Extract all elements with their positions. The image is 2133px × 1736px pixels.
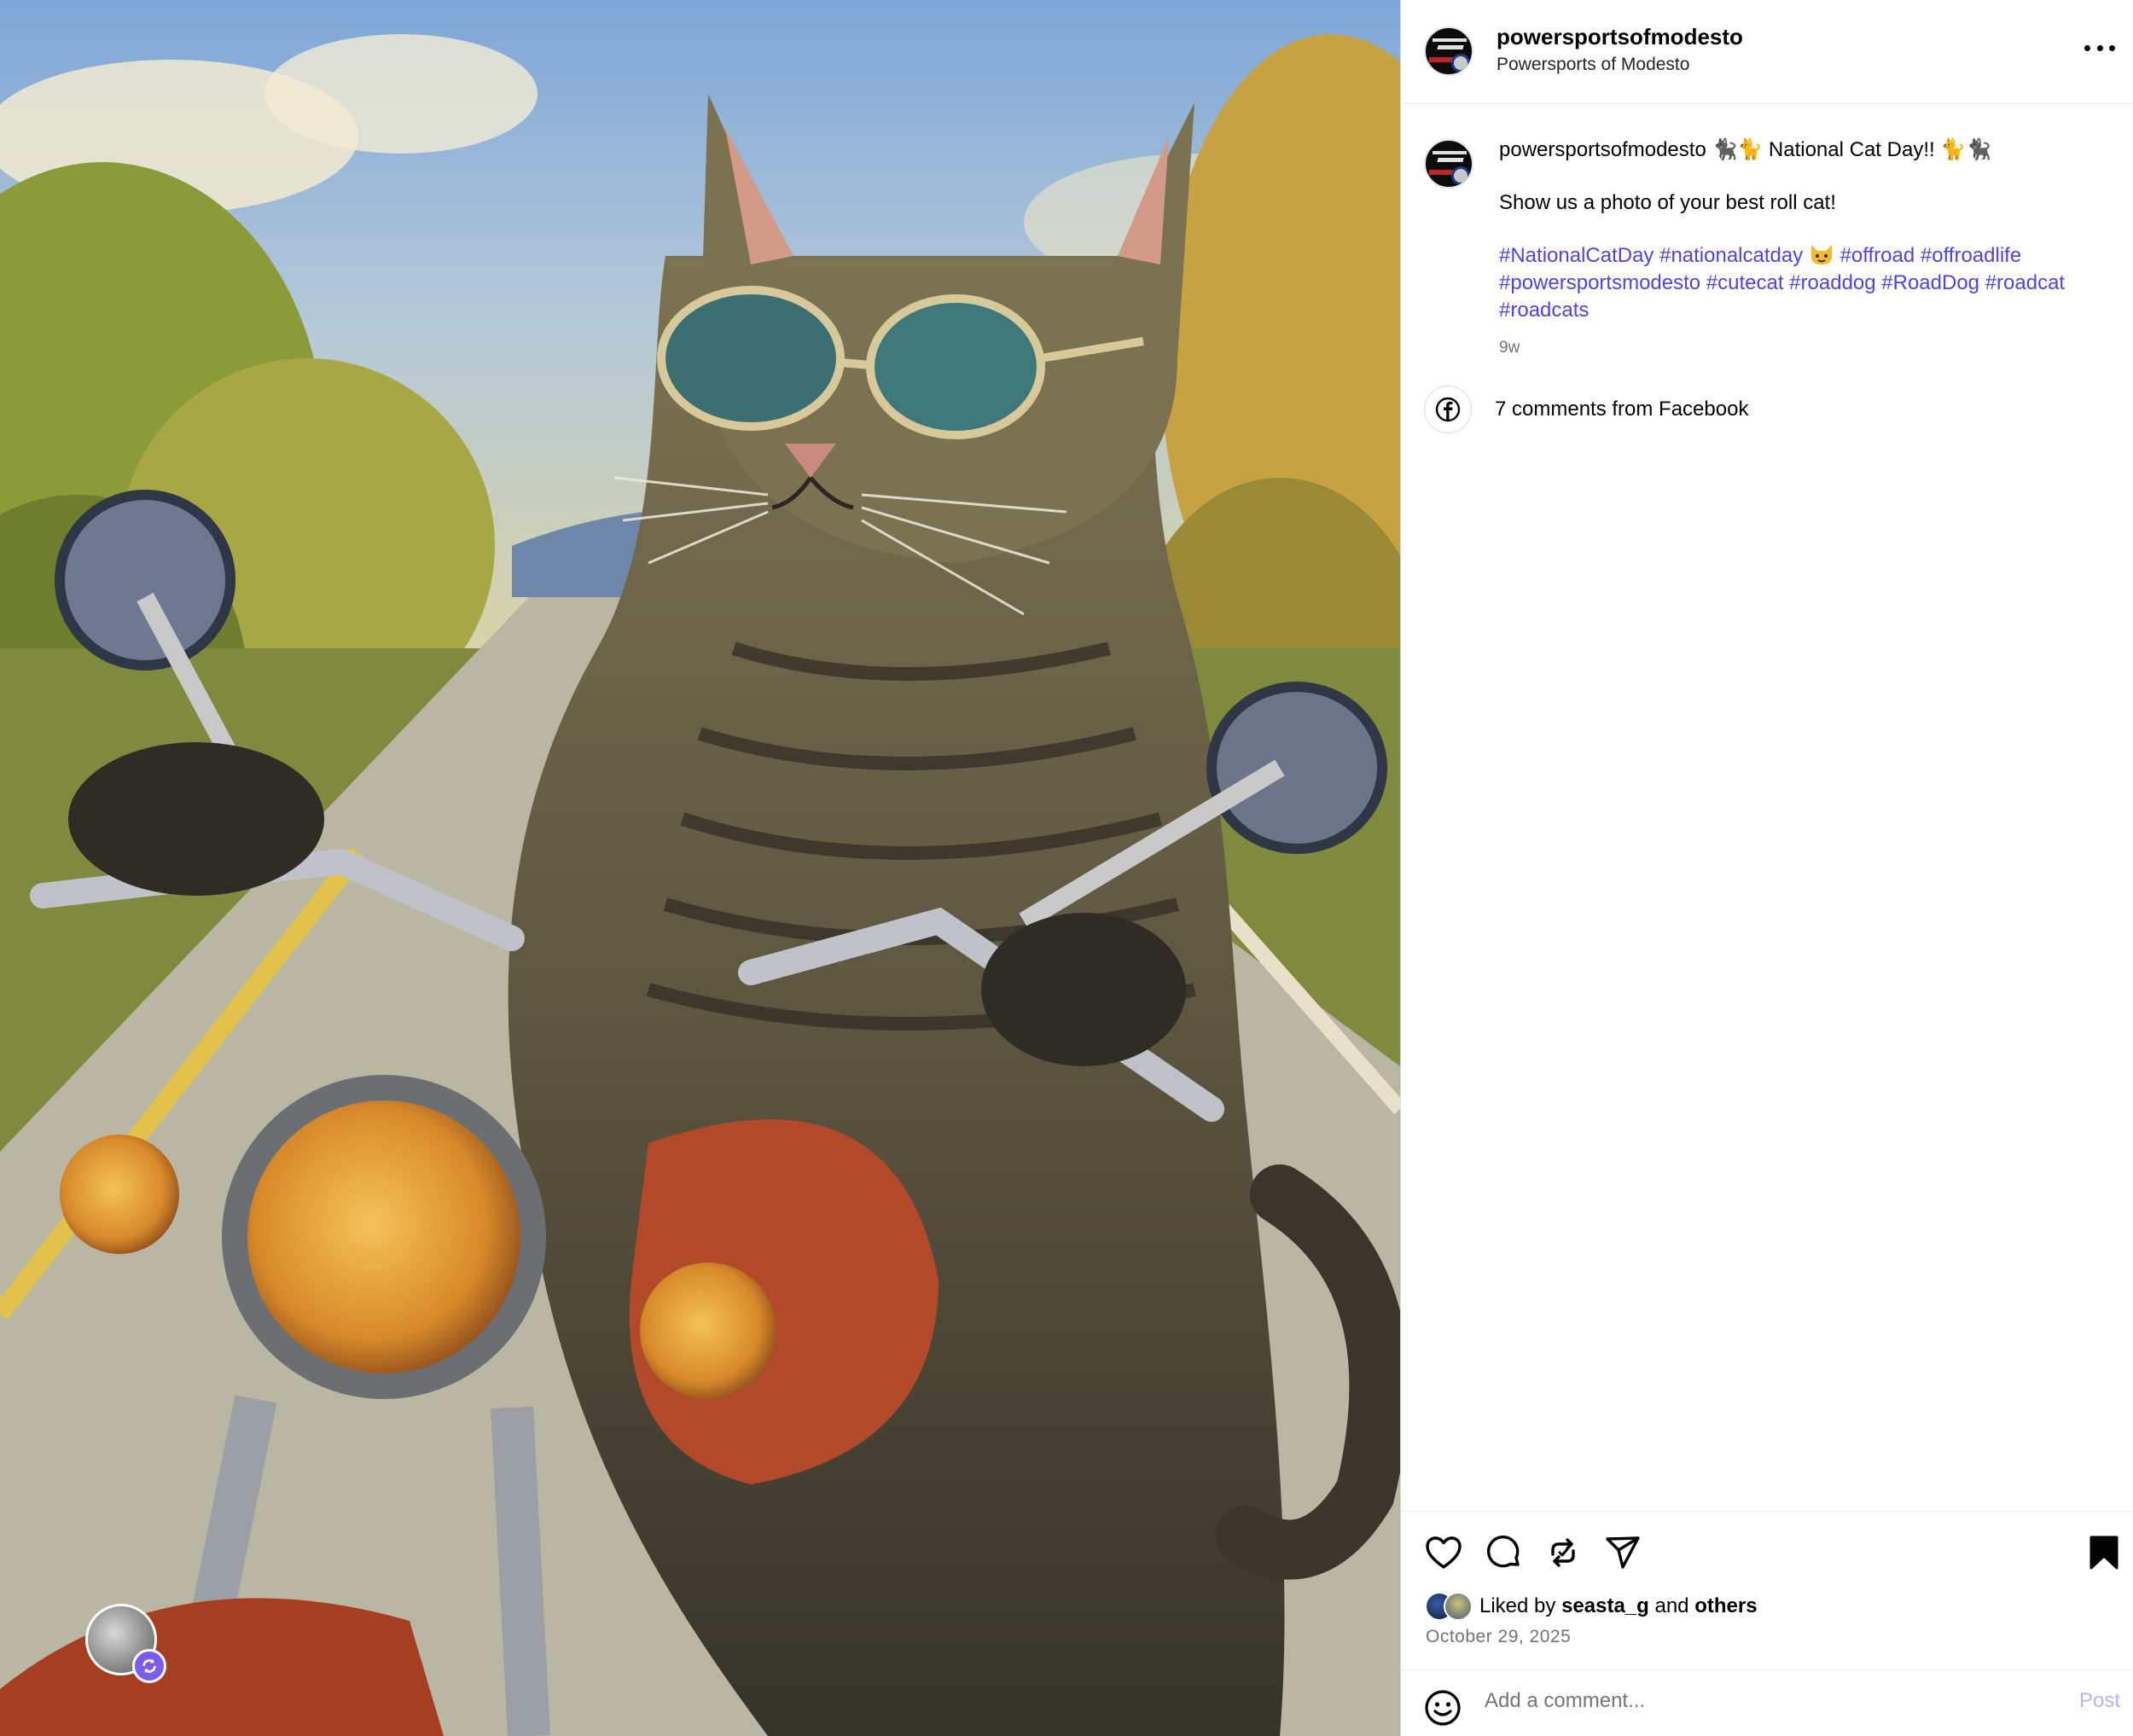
header-subtitle[interactable]: Powersports of Modesto: [1497, 55, 1689, 75]
caption-username[interactable]: powersportsofmodesto: [1499, 138, 1706, 161]
facebook-comments-link[interactable]: 7 comments from Facebook: [1424, 386, 1748, 433]
facebook-comments-label[interactable]: 7 comments from Facebook: [1495, 398, 1748, 421]
post-details-panel: powersportsofmodesto Powersports of Mode…: [1400, 0, 2133, 1736]
comment-input[interactable]: [1485, 1689, 2014, 1713]
likes-summary[interactable]: Liked by seasta_g and others: [1425, 1592, 1758, 1621]
liker-avatar[interactable]: [1444, 1592, 1473, 1621]
post-age[interactable]: 9w: [1499, 334, 2113, 362]
post-date[interactable]: October 29, 2025: [1426, 1627, 1571, 1647]
facebook-icon: [1424, 386, 1472, 433]
caption-headline: 🐈‍⬛🐈 National Cat Day!! 🐈🐈‍⬛: [1712, 138, 1992, 161]
caption-avatar[interactable]: [1424, 139, 1473, 189]
post-image[interactable]: [0, 0, 1400, 1736]
hashtags-part-1[interactable]: #NationalCatDay #nationalcatday: [1499, 244, 1803, 267]
send-icon[interactable]: [1602, 1532, 1643, 1573]
comment-icon[interactable]: [1483, 1532, 1524, 1573]
avatar[interactable]: [1424, 26, 1473, 76]
likes-prefix: Liked by: [1479, 1594, 1556, 1617]
likes-text: Liked by seasta_g and others: [1479, 1594, 1758, 1618]
caption-hashtags[interactable]: #NationalCatDay #nationalcatday #offroad…: [1499, 242, 2113, 324]
collab-icon: [132, 1649, 166, 1683]
post-header: powersportsofmodesto Powersports of Mode…: [1401, 0, 2133, 104]
more-options-icon[interactable]: [2084, 39, 2115, 56]
likes-others[interactable]: others: [1694, 1594, 1757, 1617]
post-comment-button[interactable]: Post: [2079, 1689, 2120, 1713]
emoji-icon[interactable]: [1424, 1689, 1462, 1731]
liker-username[interactable]: seasta_g: [1561, 1594, 1649, 1617]
comment-bar: Post: [1401, 1669, 2133, 1736]
tagged-account-badge[interactable]: [85, 1604, 166, 1683]
heart-icon[interactable]: [1423, 1532, 1464, 1573]
header-username[interactable]: powersportsofmodesto: [1497, 24, 1743, 50]
action-bar: Liked by seasta_g and others October 29,…: [1401, 1511, 2133, 1669]
repost-icon[interactable]: [1543, 1532, 1584, 1573]
likes-joiner: and: [1654, 1594, 1689, 1617]
caption-text: Show us a photo of your best roll cat!: [1499, 191, 1836, 214]
cat-on-motorcycle-painting: [0, 0, 1400, 1736]
cat-face-emoji-icon: [1810, 245, 1832, 264]
bookmark-icon[interactable]: [2084, 1532, 2124, 1573]
